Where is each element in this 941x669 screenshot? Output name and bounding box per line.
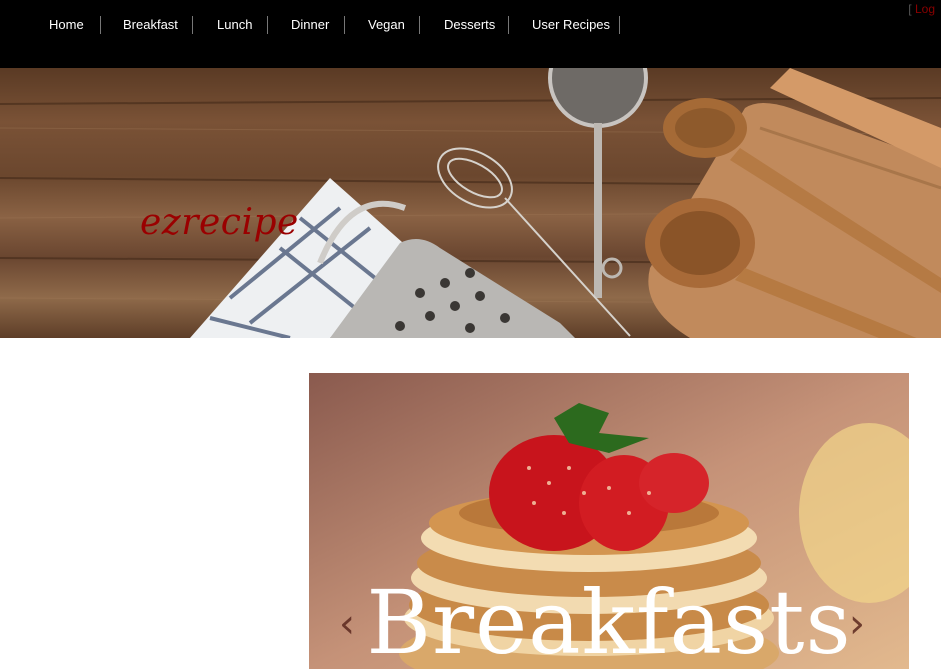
nav-desserts[interactable]: Desserts [420, 16, 509, 34]
top-navigation-bar: Home Breakfast Lunch Dinner Vegan Desser… [0, 0, 941, 68]
header-banner: ezrecipe [0, 68, 941, 338]
login-bracket: [ [908, 2, 912, 16]
slider-next-icon[interactable]: › [849, 601, 865, 647]
nav-home[interactable]: Home [31, 16, 101, 34]
login-link-container: [ Log [908, 2, 935, 16]
slider-prev-icon[interactable]: ‹ [339, 601, 355, 647]
nav-lunch[interactable]: Lunch [193, 16, 268, 34]
site-logo[interactable]: ezrecipe [140, 202, 299, 243]
nav-breakfast[interactable]: Breakfast [101, 16, 193, 34]
nav-vegan[interactable]: Vegan [345, 16, 420, 34]
featured-slider: Breakfasts ‹ › [309, 373, 909, 669]
nav-user-recipes[interactable]: User Recipes [509, 16, 620, 34]
nav-dinner[interactable]: Dinner [268, 16, 345, 34]
login-link[interactable]: Log [915, 2, 935, 16]
slide-title: Breakfasts [366, 571, 852, 669]
main-nav: Home Breakfast Lunch Dinner Vegan Desser… [31, 16, 620, 34]
